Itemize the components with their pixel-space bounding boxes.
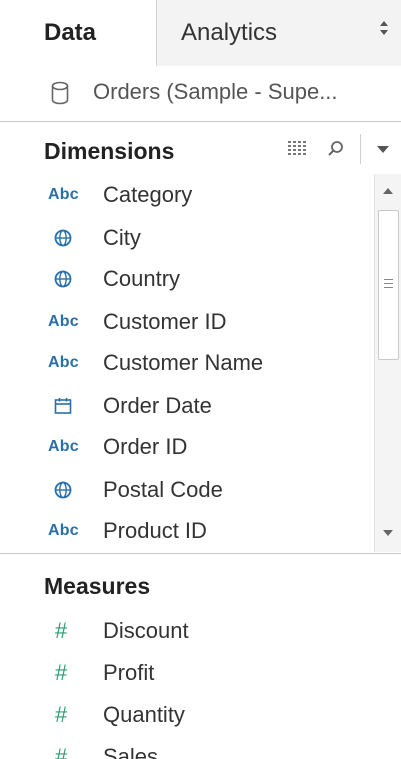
dimension-field[interactable]: Abc Customer Name: [0, 342, 374, 384]
field-label: Postal Code: [103, 477, 223, 502]
measure-field[interactable]: # Discount: [0, 610, 374, 652]
tab-data-label: Data: [44, 19, 97, 46]
dimensions-header: Dimensions: [0, 122, 401, 174]
field-type-icon-wrapper: #: [48, 652, 88, 694]
scroll-down-arrow-icon[interactable]: [383, 530, 393, 536]
dimension-field[interactable]: Abc Category: [0, 174, 374, 216]
number-type-icon: #: [55, 660, 68, 685]
string-type-icon: Abc: [48, 186, 79, 203]
field-label: Customer Name: [103, 350, 264, 375]
field-label: Product ID: [103, 518, 207, 543]
field-label: Order Date: [103, 393, 212, 418]
globe-icon: [54, 481, 72, 499]
field-type-icon-wrapper: [48, 385, 88, 427]
globe-icon: [54, 270, 72, 288]
field-type-icon-wrapper: #: [48, 610, 88, 652]
up-down-arrows-icon[interactable]: [379, 20, 389, 36]
search-icon[interactable]: [327, 140, 345, 158]
field-type-icon-wrapper: [48, 469, 88, 511]
section-divider: [0, 553, 401, 554]
field-label: Profit: [103, 660, 155, 685]
pane-tabs: Data Analytics: [0, 0, 401, 66]
tab-analytics-label: Analytics: [181, 19, 278, 46]
globe-icon: [54, 229, 72, 247]
dimensions-scrollbar[interactable]: [374, 174, 401, 552]
field-label: Category: [103, 182, 193, 207]
dropdown-caret-icon[interactable]: [377, 146, 389, 153]
field-type-icon-wrapper: #: [48, 736, 88, 759]
field-label: Discount: [103, 618, 189, 643]
dimension-field[interactable]: Postal Code: [0, 469, 374, 511]
field-label: Country: [103, 266, 181, 291]
field-label: Quantity: [103, 702, 185, 727]
grip-line: [384, 287, 393, 288]
field-type-icon-wrapper: Abc: [48, 301, 88, 343]
measure-field[interactable]: # Quantity: [0, 694, 374, 736]
grip-line: [384, 279, 393, 280]
measure-field[interactable]: # Profit: [0, 652, 374, 694]
field-label: City: [103, 225, 141, 250]
scroll-thumb[interactable]: [378, 210, 399, 360]
dimensions-list: Abc Category City Country Abc Customer ID Abc C…: [0, 174, 374, 552]
field-label: Sales: [103, 744, 159, 759]
measure-field[interactable]: # Sales: [0, 736, 374, 759]
scroll-up-arrow-icon[interactable]: [383, 188, 393, 194]
field-type-icon-wrapper: [48, 258, 88, 300]
measures-list: # Discount # Profit # Quantity # Sales: [0, 610, 401, 759]
datasource-name: Orders (Sample - Supe...: [93, 79, 338, 104]
field-type-icon-wrapper: Abc: [48, 342, 88, 384]
header-divider: [360, 134, 361, 164]
view-as-list-icon[interactable]: [288, 141, 308, 157]
string-type-icon: Abc: [48, 438, 79, 455]
number-type-icon: #: [55, 702, 68, 727]
field-type-icon-wrapper: Abc: [48, 174, 88, 216]
field-label: Customer ID: [103, 309, 227, 334]
measures-title: Measures: [44, 573, 151, 599]
field-type-icon-wrapper: #: [48, 694, 88, 736]
datasource-row[interactable]: Orders (Sample - Supe...: [0, 66, 401, 122]
number-type-icon: #: [55, 618, 68, 643]
tab-data[interactable]: Data: [0, 0, 157, 66]
database-icon: [51, 81, 69, 105]
dimension-field[interactable]: Country: [0, 258, 374, 300]
dimension-field[interactable]: Order Date: [0, 385, 374, 427]
string-type-icon: Abc: [48, 313, 79, 330]
calendar-icon: [54, 398, 72, 414]
dimension-field[interactable]: Abc Customer ID: [0, 301, 374, 343]
dimensions-title: Dimensions: [44, 138, 175, 164]
field-type-icon-wrapper: Abc: [48, 426, 88, 468]
tab-analytics[interactable]: Analytics: [157, 0, 401, 66]
field-label: Order ID: [103, 434, 188, 459]
grip-line: [384, 283, 393, 284]
number-type-icon: #: [55, 744, 68, 759]
dimension-field[interactable]: Abc Product ID: [0, 510, 374, 552]
string-type-icon: Abc: [48, 354, 79, 371]
string-type-icon: Abc: [48, 522, 79, 539]
dimension-field[interactable]: Abc Order ID: [0, 426, 374, 468]
field-type-icon-wrapper: [48, 217, 88, 259]
dimension-field[interactable]: City: [0, 217, 374, 259]
field-type-icon-wrapper: Abc: [48, 510, 88, 552]
